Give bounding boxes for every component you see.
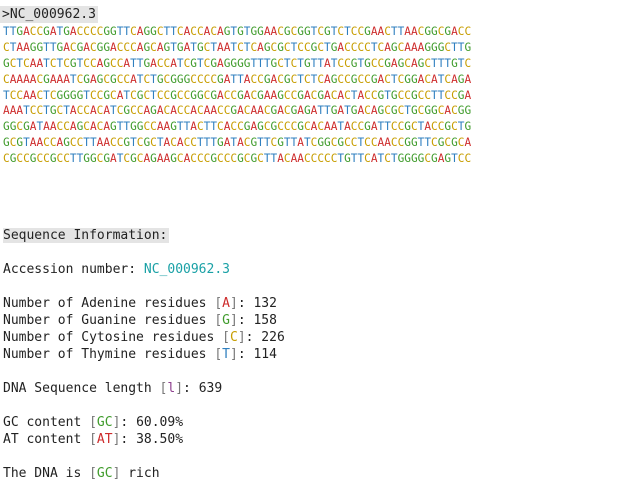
terminal-output: >NC_000962.3 TTGACCGATGACCCCGGTTCAGGCTTC…	[0, 0, 639, 490]
sequence-line: GCTCAATCTCGTCCAGCCATTGACCATCGTCGAGGGGTTT…	[3, 56, 472, 70]
fasta-header: >NC_000962.3	[0, 6, 98, 23]
dna-richness-prefix: The DNA is	[3, 466, 90, 481]
at-content-code: AT	[96, 432, 113, 447]
guanine-code: G	[222, 313, 230, 328]
accession-value: NC_000962.3	[143, 262, 230, 277]
thymine-label: Number of Thymine residues	[3, 347, 215, 362]
cytosine-count: 226	[261, 330, 285, 345]
accession-row: Accession number: NC_000962.3	[3, 261, 230, 278]
dna-sequence-block: TTGACCGATGACCCCGGTTCAGGCTTCACCACAGTGTGGA…	[3, 24, 639, 167]
length-value: 639	[198, 381, 223, 396]
adenine-row: Number of Adenine residues [A]: 132	[3, 296, 277, 311]
at-content-label: AT content	[3, 432, 90, 447]
thymine-code: T	[222, 347, 230, 362]
sequence-line: CAAAACGAAATCGAGCGCCATCTGCGGGCCCCGATTACCG…	[3, 72, 472, 86]
sequence-line: CGCCGCCGCCTTGGCGATCGCAGAAGCACCCGCCCGCGCT…	[3, 152, 472, 166]
sequence-line: TCCAACTCGGGGTCCGCATCGCTCCGCCGGCGACCGACGA…	[3, 88, 472, 102]
at-content-row: AT content [AT]: 38.50%	[3, 432, 184, 447]
dna-richness-row: The DNA is [GC] rich	[3, 466, 160, 481]
sequence-line: GCGTAACCAGCCTTAACCGTCGCTACACCTTTGATACGTT…	[3, 136, 472, 150]
sequence-info-title: Sequence Information:	[3, 228, 170, 243]
at-content-value: 38.50%	[136, 432, 184, 447]
accession-label: Accession number:	[3, 262, 144, 277]
cytosine-code: C	[229, 330, 238, 345]
dna-richness-suffix: rich	[120, 466, 160, 481]
sequence-line: GGCGATAACCAGCACAGTTGGCCAAGTTACTTCACCGAGC…	[3, 120, 472, 134]
adenine-count: 132	[253, 296, 277, 311]
guanine-label: Number of Guanine residues	[3, 313, 215, 328]
sequence-info-title-row: Sequence Information:	[3, 227, 170, 244]
length-label: DNA Sequence length	[3, 381, 160, 396]
sequence-line: CTAAGGTTGACGACGGACCCAGCAGTGATGCTAATCTCAG…	[3, 40, 472, 54]
gc-content-row: GC content [GC]: 60.09%	[3, 415, 184, 430]
adenine-label: Number of Adenine residues	[3, 296, 215, 311]
thymine-row: Number of Thymine residues [T]: 114	[3, 347, 277, 362]
guanine-row: Number of Guanine residues [G]: 158	[3, 313, 277, 328]
thymine-count: 114	[253, 347, 277, 362]
guanine-count: 158	[253, 313, 277, 328]
gc-content-label: GC content	[3, 415, 90, 430]
gc-content-value: 60.09%	[136, 415, 184, 430]
length-row: DNA Sequence length [l]: 639	[3, 381, 223, 396]
gc-content-code: GC	[96, 415, 113, 430]
sequence-line: TTGACCGATGACCCCGGTTCAGGCTTCACCACAGTGTGGA…	[3, 25, 472, 38]
adenine-code: A	[222, 296, 230, 311]
dna-richness-code: GC	[96, 466, 113, 481]
cytosine-row: Number of Cytosine residues [C]: 226	[3, 330, 285, 345]
sequence-line: AAATCCTGCTACCACATCGCCAGACACCACAACCGACAAC…	[3, 104, 472, 118]
cytosine-label: Number of Cytosine residues	[3, 330, 223, 345]
